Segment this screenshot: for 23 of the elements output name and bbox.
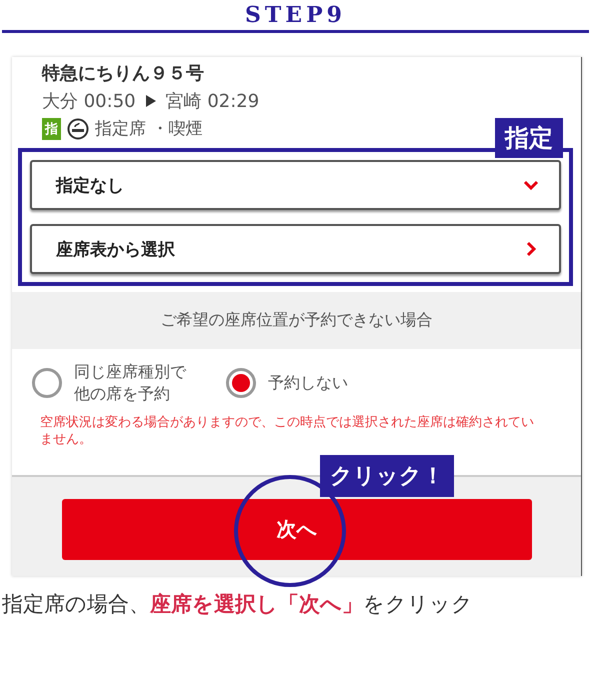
smoking-icon (67, 118, 89, 140)
arrival-text: 宮崎 02:29 (166, 90, 260, 113)
reserved-seat-badge: 指 (42, 118, 61, 140)
highlight-label: 指定 (495, 118, 563, 158)
radio-icon[interactable] (32, 368, 62, 398)
radio-icon[interactable] (226, 368, 256, 398)
radio-option[interactable]: 同じ座席種別で 他の席を予約 (32, 361, 186, 406)
departure-text: 大分 00:50 (42, 90, 136, 113)
caption-text: 指定席の場合、座席を選択し「次へ」をクリック (1, 590, 474, 618)
seat-map-button[interactable]: 座席表から選択 (30, 224, 561, 274)
radio-label: 予約しない (268, 372, 348, 394)
radio-option[interactable]: 予約しない (226, 368, 348, 398)
click-label: クリック！ (320, 454, 454, 497)
seat-position-dropdown[interactable]: 指定なし (30, 160, 561, 210)
fallback-heading: ご希望の座席位置が予約できない場合 (12, 292, 581, 349)
next-button[interactable]: 次へ (62, 498, 532, 560)
notice-text: 空席状況は変わる場合がありますので、この時点では選択された座席は確約されていません。 (39, 414, 535, 450)
play-arrow-icon (146, 95, 156, 107)
radio-label: 他の席を予約 (74, 383, 171, 406)
radio-label: 同じ座席種別で (74, 361, 186, 383)
train-name: 特急にちりん９５号 (42, 62, 205, 85)
seat-type-text: 指定席 ・喫煙 (95, 118, 202, 140)
step-title: STEP9 (244, 1, 347, 30)
